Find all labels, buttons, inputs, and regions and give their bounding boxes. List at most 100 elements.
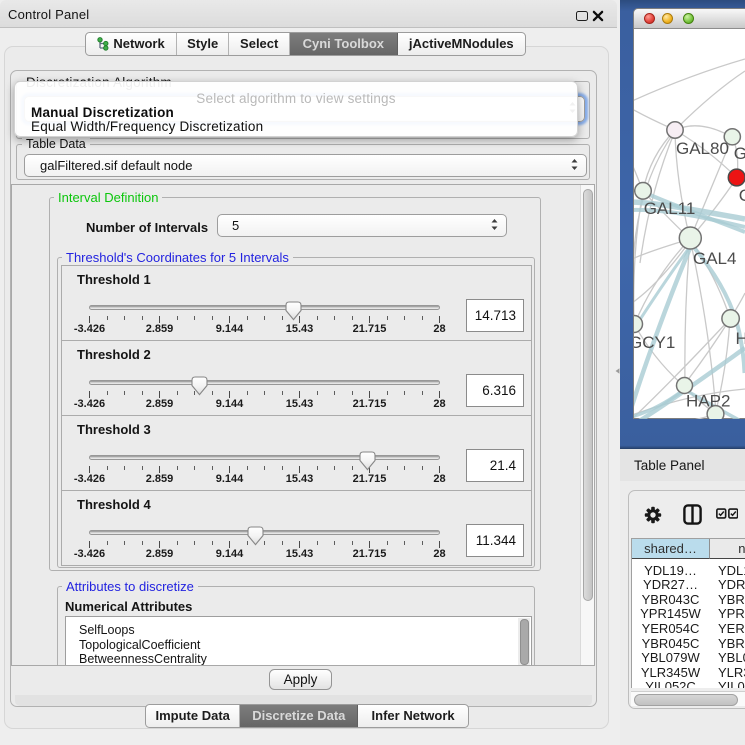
table-header-name[interactable]: name <box>709 539 745 559</box>
float-window-icon[interactable] <box>576 11 588 21</box>
checkbox-checked-icon[interactable] <box>716 508 727 519</box>
table-cell[interactable]: YBL079W <box>718 650 745 665</box>
tab-impute-data[interactable]: Impute Data <box>146 705 240 727</box>
tick <box>387 316 388 320</box>
network-node-CRP[interactable] <box>728 169 745 186</box>
tick <box>317 466 318 470</box>
split-columns-icon[interactable] <box>683 504 702 525</box>
tab-select[interactable]: Select <box>229 33 290 55</box>
minimize-light[interactable] <box>662 13 673 24</box>
threshold-2-slider-thumb[interactable] <box>191 376 208 396</box>
attribute-item[interactable]: TopologicalCoefficient <box>79 638 200 652</box>
table-cell[interactable]: YBR045C <box>718 636 745 651</box>
table-cell[interactable]: YDL194W <box>718 563 745 578</box>
tab-discretize-data[interactable]: Discretize Data <box>240 705 358 727</box>
apply-button[interactable]: Apply <box>269 669 332 690</box>
popup-hint-item[interactable]: Select algorithm to view settings <box>15 91 577 106</box>
tab-cyni-toolbox[interactable]: Cyni Toolbox <box>290 33 398 55</box>
close-icon[interactable] <box>592 10 604 22</box>
cyni-bottom-tabbar: Impute DataDiscretize DataInfer Network <box>145 704 469 728</box>
network-window-titlebar[interactable] <box>634 9 745 29</box>
table-cell[interactable]: YIL052C <box>718 679 745 688</box>
table-cell[interactable]: YPR145W <box>718 606 745 621</box>
table-cell[interactable]: YPR145W <box>632 606 709 621</box>
tick <box>352 541 353 545</box>
network-edge[interactable] <box>675 71 745 130</box>
threshold-3-value-field[interactable]: 21.4 <box>466 449 524 482</box>
window-title: Control Panel <box>8 7 89 22</box>
table-cell[interactable]: YBR043C <box>632 592 709 607</box>
table-header-shared-name[interactable]: shared… <box>632 539 709 559</box>
table-cell[interactable]: YLR345W <box>632 665 709 680</box>
table-cell[interactable]: YBR043C <box>718 592 745 607</box>
tick-label: 21.715 <box>353 548 387 560</box>
threshold-1-slider-thumb[interactable] <box>285 301 302 321</box>
network-node-GAL80[interactable] <box>667 122 683 138</box>
threshold-3-slider-track[interactable] <box>89 455 440 460</box>
tick <box>247 391 248 395</box>
attribute-item[interactable]: SelfLoops <box>79 623 135 637</box>
table-cell[interactable]: YIL052C <box>632 679 709 688</box>
attributes-list-scrollbar-thumb[interactable] <box>520 619 529 665</box>
table-cell[interactable]: YDR27… <box>632 577 709 592</box>
tick-label: 21.715 <box>353 323 387 335</box>
tick <box>282 466 283 470</box>
threshold-4-value-field[interactable]: 11.344 <box>466 524 524 557</box>
settings-vertical-scrollbar[interactable] <box>580 185 594 665</box>
threshold-3-slider-thumb[interactable] <box>359 451 376 471</box>
tick <box>317 541 318 545</box>
table-panel-titlebar[interactable]: Table Panel <box>620 449 745 481</box>
tick <box>282 316 283 320</box>
close-light[interactable] <box>644 13 655 24</box>
number-of-intervals-combobox[interactable]: 5 <box>217 214 507 237</box>
tab-jactivemnodules[interactable]: jActiveMNodules <box>398 33 525 55</box>
tab-label: jActiveMNodules <box>409 36 514 51</box>
network-edge[interactable] <box>634 59 745 101</box>
tab-network[interactable]: Network <box>86 33 177 55</box>
attributes-list-scrollbar[interactable] <box>518 618 530 666</box>
threshold-2-value-field[interactable]: 6.316 <box>466 374 524 407</box>
attribute-item[interactable]: BetweennessCentrality <box>79 652 207 666</box>
control-panel-tabbar: NetworkStyleSelectCyni Toolbox jActiveMNo… <box>85 32 526 56</box>
network-node-GAL11[interactable] <box>635 183 652 200</box>
table-cell[interactable]: YBR045C <box>632 636 709 651</box>
table-cell[interactable]: YER054C <box>632 621 709 636</box>
tab-infer-network[interactable]: Infer Network <box>358 705 468 727</box>
threshold-2-slider-track[interactable] <box>89 380 440 385</box>
threshold-4-label: Threshold 4 <box>77 497 151 512</box>
split-divider-arrow-icon[interactable] <box>614 367 621 375</box>
threshold-1-slider-track[interactable] <box>89 305 440 310</box>
checkbox-checked-icon-2[interactable] <box>728 508 739 519</box>
threshold-4-slider-thumb[interactable] <box>247 526 264 546</box>
tick <box>107 466 108 470</box>
network-canvas[interactable]: GAL80GAL2CGAL11GAL4GCY1HHAP2 <box>634 30 745 419</box>
network-node-H[interactable] <box>722 310 739 327</box>
node-table-card: shared…nameYDL19…YDL194WYDR27…YDR277CYBR… <box>628 490 745 709</box>
popup-item-equal-width-frequency[interactable]: Equal Width/Frequency Discretization <box>31 119 263 134</box>
node-table[interactable]: shared…nameYDL19…YDL194WYDR27…YDR277CYBR… <box>631 538 745 688</box>
table-cell[interactable]: YER054C <box>718 621 745 636</box>
table-horizontal-scrollbar[interactable] <box>631 691 745 706</box>
control-panel-titlebar[interactable]: Control Panel <box>0 0 617 28</box>
zoom-light[interactable] <box>683 13 694 24</box>
threshold-1-value-field[interactable]: 14.713 <box>466 299 524 332</box>
threshold-4-slider-track[interactable] <box>89 530 440 535</box>
tick <box>142 316 143 320</box>
table-data-combobox[interactable]: galFiltered.sif default node <box>24 154 587 177</box>
table-cell[interactable]: YLR345W <box>718 665 745 680</box>
tab-style[interactable]: Style <box>177 33 229 55</box>
settings-vertical-scrollbar-thumb[interactable] <box>583 189 593 601</box>
popup-item-manual-discretization[interactable]: Manual Discretization <box>31 105 174 120</box>
table-cell[interactable]: YDL19… <box>632 563 709 578</box>
table-cell[interactable]: YDR277C <box>718 577 745 592</box>
gear-icon[interactable] <box>643 505 663 525</box>
network-node-GAL4[interactable] <box>679 227 701 249</box>
network-node-label: HAP2 <box>686 392 730 411</box>
table-cell[interactable]: YBL079W <box>632 650 709 665</box>
tick-label: 28 <box>433 548 445 560</box>
network-edge[interactable] <box>634 391 682 417</box>
numerical-attributes-list[interactable]: SelfLoopsTopologicalCoefficientBetweenne… <box>65 616 532 666</box>
tick <box>194 466 195 470</box>
network-node-label: H <box>736 329 745 348</box>
table-horizontal-scrollbar-thumb[interactable] <box>634 694 738 706</box>
